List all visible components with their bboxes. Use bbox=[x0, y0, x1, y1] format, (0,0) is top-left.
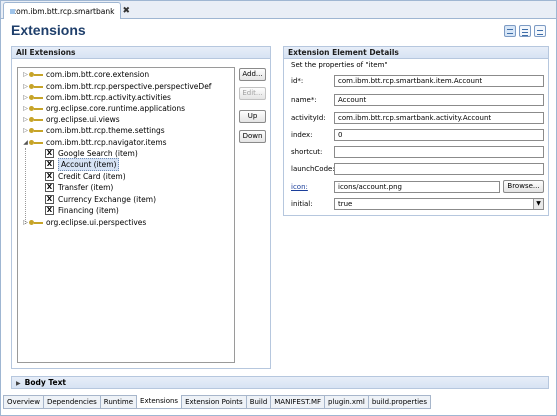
close-icon[interactable]: ✖ bbox=[122, 6, 130, 16]
tree-node[interactable]: ▷ com.ibm.btt.core.extension bbox=[22, 69, 149, 80]
shortcut-field[interactable] bbox=[334, 146, 544, 158]
initial-select-value: true bbox=[338, 200, 353, 208]
layout-toolbar bbox=[504, 25, 546, 37]
tab-extension-points[interactable]: Extension Points bbox=[182, 395, 247, 409]
edit-button[interactable]: Edit... bbox=[239, 87, 266, 100]
activity-id-field[interactable]: com.ibm.btt.rcp.smartbank.activity.Accou… bbox=[334, 112, 544, 124]
expand-arrow-icon[interactable]: ▷ bbox=[22, 92, 29, 103]
icon-link[interactable]: icon: bbox=[291, 183, 308, 191]
id-label: id*: bbox=[291, 77, 304, 85]
tree-node[interactable]: ▷ com.ibm.btt.rcp.activity.activities bbox=[22, 92, 171, 103]
name-label: name*: bbox=[291, 96, 317, 104]
tab-build-properties[interactable]: build.properties bbox=[368, 395, 431, 409]
editor-frame: com.ibm.btt.rcp.smartbank ✖ Extensions A… bbox=[0, 0, 557, 416]
tree-item[interactable]: X Currency Exchange (item) bbox=[45, 194, 156, 205]
activity-id-label: activityId: bbox=[291, 114, 326, 122]
extension-key-icon bbox=[29, 116, 43, 123]
tab-plugin-xml[interactable]: plugin.xml bbox=[325, 395, 369, 409]
launch-code-label: launchCode: bbox=[291, 165, 335, 173]
up-button[interactable]: Up bbox=[239, 110, 266, 123]
extension-key-icon bbox=[29, 139, 43, 146]
editor-tab-title: com.ibm.btt.rcp.smartbank bbox=[12, 6, 115, 16]
shortcut-label: shortcut: bbox=[291, 148, 323, 156]
tab-manifest[interactable]: MANIFEST.MF bbox=[271, 395, 326, 409]
editor-page-tabs: Overview Dependencies Runtime Extensions… bbox=[3, 395, 431, 409]
section-title: Extension Element Details bbox=[284, 47, 548, 59]
help-icon[interactable] bbox=[534, 25, 546, 37]
index-label: index: bbox=[291, 131, 313, 139]
tab-extensions[interactable]: Extensions bbox=[137, 395, 183, 409]
section-title: All Extensions bbox=[12, 47, 270, 59]
initial-select[interactable]: true ▼ bbox=[334, 198, 544, 210]
index-field[interactable]: 0 bbox=[334, 129, 544, 141]
tab-overview[interactable]: Overview bbox=[3, 395, 44, 409]
tree-node[interactable]: ▷ com.ibm.btt.rcp.perspective.perspective… bbox=[22, 81, 211, 92]
body-text-title: Body Text bbox=[24, 378, 66, 387]
down-button[interactable]: Down bbox=[239, 130, 266, 143]
expand-arrow-icon[interactable]: ▷ bbox=[22, 217, 29, 228]
tree-item[interactable]: X Credit Card (item) bbox=[45, 171, 126, 182]
expand-arrow-icon[interactable]: ▷ bbox=[22, 114, 29, 125]
extension-key-icon bbox=[29, 105, 43, 112]
tree-item[interactable]: X Transfer (item) bbox=[45, 182, 113, 193]
xml-element-icon: X bbox=[45, 195, 54, 204]
expand-arrow-icon[interactable]: ▷ bbox=[22, 69, 29, 80]
tree-node[interactable]: ▷ com.ibm.btt.rcp.theme.settings bbox=[22, 125, 164, 136]
expand-arrow-icon[interactable]: ▶ bbox=[16, 380, 21, 387]
horizontal-layout-icon[interactable] bbox=[504, 25, 516, 37]
initial-label: initial: bbox=[291, 200, 313, 208]
expand-arrow-icon[interactable]: ▷ bbox=[22, 81, 29, 92]
body-text-section[interactable]: ▶ Body Text bbox=[11, 376, 549, 389]
vertical-layout-icon[interactable] bbox=[519, 25, 531, 37]
tab-runtime[interactable]: Runtime bbox=[100, 395, 138, 409]
tree-guide-line bbox=[25, 148, 26, 224]
icon-path-field[interactable]: icons/account.png bbox=[334, 181, 500, 193]
details-subtitle: Set the properties of "item" bbox=[291, 61, 388, 69]
extension-key-icon bbox=[29, 127, 43, 134]
xml-element-icon: X bbox=[45, 160, 54, 169]
extension-key-icon bbox=[29, 94, 43, 101]
browse-button[interactable]: Browse... bbox=[503, 180, 544, 193]
xml-element-icon: X bbox=[45, 172, 54, 181]
tree-node[interactable]: ◢ com.ibm.btt.rcp.navigator.items bbox=[22, 137, 166, 148]
tree-item-selected[interactable]: X Account (item) bbox=[45, 158, 120, 171]
tree-node[interactable]: ▷ org.eclipse.core.runtime.applications bbox=[22, 103, 185, 114]
tree-node[interactable]: ▷ org.eclipse.ui.views bbox=[22, 114, 119, 125]
id-field[interactable]: com.ibm.btt.rcp.smartbank.item.Account bbox=[334, 75, 544, 87]
xml-element-icon: X bbox=[45, 149, 54, 158]
extension-key-icon bbox=[29, 71, 43, 78]
name-field[interactable]: Account bbox=[334, 94, 544, 106]
tab-build[interactable]: Build bbox=[246, 395, 272, 409]
xml-element-icon: X bbox=[45, 183, 54, 192]
add-button[interactable]: Add... bbox=[239, 68, 266, 81]
editor-tab[interactable]: com.ibm.btt.rcp.smartbank ✖ bbox=[3, 2, 130, 19]
tree-node[interactable]: ▷ org.eclipse.ui.perspectives bbox=[22, 217, 146, 228]
expand-arrow-icon[interactable]: ▷ bbox=[22, 103, 29, 114]
tree-item[interactable]: X Financing (item) bbox=[45, 205, 119, 216]
editor-tab-bar: com.ibm.btt.rcp.smartbank ✖ bbox=[1, 1, 556, 19]
tab-dependencies[interactable]: Dependencies bbox=[43, 395, 101, 409]
launch-code-field[interactable] bbox=[334, 163, 544, 175]
extension-key-icon bbox=[29, 83, 43, 90]
extension-key-icon bbox=[29, 219, 43, 226]
xml-element-icon: X bbox=[45, 206, 54, 215]
expand-arrow-icon[interactable]: ▷ bbox=[22, 125, 29, 136]
chevron-down-icon[interactable]: ▼ bbox=[533, 199, 543, 209]
page-title: Extensions bbox=[11, 22, 86, 38]
collapse-arrow-icon[interactable]: ◢ bbox=[22, 137, 29, 148]
